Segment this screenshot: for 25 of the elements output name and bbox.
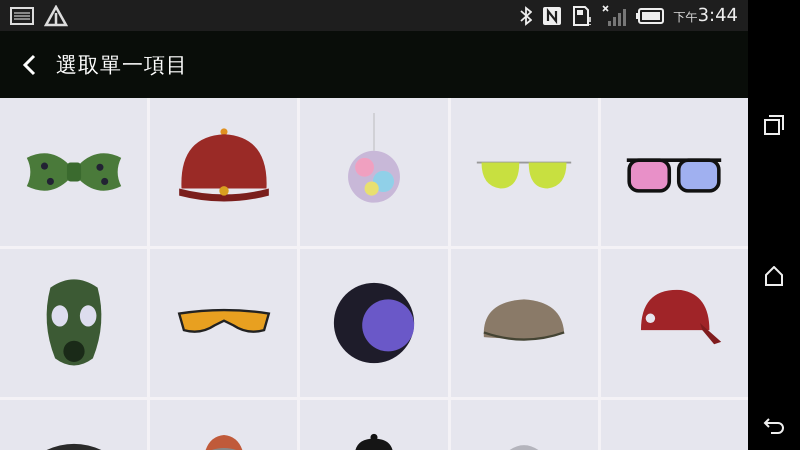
bluetooth-icon [520, 6, 532, 26]
battery-icon [636, 8, 664, 24]
item-tile[interactable] [450, 98, 598, 246]
item-tile[interactable] [0, 98, 148, 246]
item-tile[interactable] [150, 98, 298, 246]
hat-drawing [508, 445, 541, 450]
item-tile[interactable] [300, 98, 448, 246]
item-tile[interactable] [150, 249, 298, 397]
home-icon[interactable] [764, 266, 784, 286]
clock-time: 3:44 [698, 5, 738, 26]
item-tile[interactable] [600, 98, 748, 246]
back-icon[interactable] [763, 416, 785, 435]
nfc-icon [542, 6, 562, 26]
sd-card-icon [572, 6, 592, 26]
recent-apps-icon[interactable] [764, 115, 784, 136]
cap-drawing [355, 434, 393, 450]
tweed-hat-drawing [204, 435, 243, 450]
image-icon [10, 6, 34, 24]
item-tile[interactable] [0, 249, 148, 397]
item-tile[interactable] [450, 249, 598, 397]
item-tile[interactable] [300, 249, 448, 397]
screen-title: 選取單一項目 [56, 52, 188, 78]
time-period: 下午 [674, 9, 698, 26]
item-tile[interactable] [600, 249, 748, 397]
signal-icon [602, 4, 626, 26]
